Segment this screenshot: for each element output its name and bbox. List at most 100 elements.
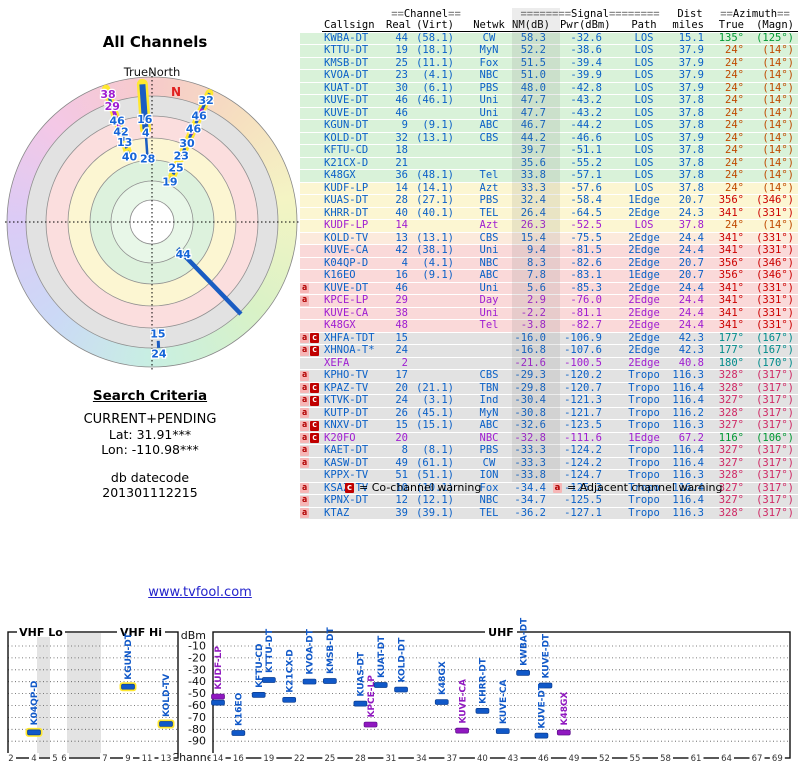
bar-callsign-label: KUVE-DT bbox=[538, 683, 548, 728]
cell-call: XEFA bbox=[324, 356, 350, 369]
cell-path: 2Edge bbox=[628, 294, 660, 307]
signal-bar bbox=[282, 696, 297, 703]
cell-magn: (14°) bbox=[762, 169, 794, 182]
table-row: KUAS-DT 28 (27.1) PBS 32.4 -58.4 1Edge 20.7 356°… bbox=[300, 195, 798, 208]
cell-miles: 116.3 bbox=[672, 419, 704, 432]
cell-real: 14 bbox=[395, 181, 408, 194]
cell-real: 4 bbox=[401, 256, 408, 269]
cell-net: Tel bbox=[479, 169, 499, 182]
channel-tick-label: 69 bbox=[772, 754, 783, 764]
cell-virt: (48.1) bbox=[416, 169, 454, 182]
cell-true: 24° bbox=[725, 119, 744, 132]
cell-magn: (317°) bbox=[756, 369, 794, 382]
cell-net: TBN bbox=[479, 381, 499, 394]
table-row: KMSB-DT 25 (11.1) Fox 51.5 -39.4 LOS 37.9 24° (14… bbox=[300, 56, 798, 70]
signal-bar bbox=[159, 721, 173, 727]
warning-badges: a bbox=[300, 457, 322, 469]
bar-callsign-label: KUDF-LP bbox=[214, 646, 224, 690]
bar-callsign-label: KPCE-LP bbox=[367, 675, 377, 718]
cell-magn: (346°) bbox=[756, 194, 794, 207]
adjacent-warning-icon: a bbox=[300, 407, 309, 419]
cell-true: 24° bbox=[725, 169, 744, 182]
legend-cochannel: c = Co-channel warning bbox=[345, 481, 481, 494]
warning-badges: a bbox=[300, 407, 322, 419]
cell-net: PBS bbox=[479, 194, 499, 207]
cell-call: K16EO bbox=[324, 269, 356, 282]
table-row: KUVE-DT 46 (46.1) Uni 47.7 -43.2 LOS 37.8 24° (14… bbox=[300, 95, 798, 108]
cell-virt: (11.1) bbox=[416, 56, 454, 69]
cell-path: 1Edge bbox=[628, 194, 660, 207]
cell-real: 24 bbox=[395, 394, 408, 407]
cell-net: PBS bbox=[479, 444, 499, 457]
bar-callsign-label: KUVE-CA bbox=[458, 679, 468, 724]
signal-strength-chart: -10-20-30-40-50-60-70-80-90VHF Lo VHF Hi U… bbox=[6, 617, 791, 764]
channel-tick-label: 46 bbox=[538, 754, 549, 764]
cell-real: 42 bbox=[395, 244, 408, 257]
table-row: KUDF-LP 14 (14.1) Azt 33.3 -57.6 LOS 37.8 24° (14… bbox=[300, 181, 798, 195]
cell-real: 39 bbox=[395, 506, 408, 519]
cell-path: LOS bbox=[634, 106, 654, 119]
cell-call: KGUN-DT bbox=[324, 119, 369, 132]
channel-tick-label: 49 bbox=[569, 754, 580, 764]
cell-miles: 37.8 bbox=[678, 119, 704, 132]
cell-virt: (61.1) bbox=[416, 456, 454, 469]
cell-true: 24° bbox=[725, 156, 744, 169]
cell-magn: (331°) bbox=[756, 231, 794, 244]
cell-nm: 15.4 bbox=[520, 231, 546, 244]
cell-net: Uni bbox=[479, 94, 499, 107]
cell-magn: (106°) bbox=[756, 431, 794, 444]
cell-call: KUVE-CA bbox=[324, 306, 369, 319]
cell-pwr: -57.1 bbox=[570, 169, 602, 182]
cell-nm: 48.0 bbox=[520, 81, 546, 94]
db-datecode-value: 201301112215 bbox=[102, 485, 198, 500]
cell-true: 180° bbox=[718, 356, 744, 369]
signal-bar bbox=[353, 700, 368, 707]
cell-nm: -34.7 bbox=[514, 494, 546, 507]
adjacent-warning-icon: a bbox=[300, 457, 309, 469]
cell-miles: 20.7 bbox=[678, 256, 704, 269]
cell-net: NBC bbox=[479, 69, 499, 82]
cell-magn: (14°) bbox=[762, 44, 794, 57]
cell-real: 15 bbox=[395, 331, 408, 344]
cell-real: 2 bbox=[401, 356, 408, 369]
signal-bar bbox=[534, 732, 549, 739]
channel-tick-label: 2 bbox=[8, 754, 13, 764]
cell-virt: (39.1) bbox=[416, 506, 454, 519]
cell-true: 341° bbox=[718, 206, 744, 219]
longitude: Lon: -110.98*** bbox=[101, 442, 199, 457]
cell-magn: (317°) bbox=[756, 481, 794, 494]
signal-bar bbox=[231, 730, 246, 736]
cell-call: KUVE-DT bbox=[324, 94, 369, 107]
table-row: a c K20FO 20 NBC -32.8 -111.6 1Edge 67.2 116° (106… bbox=[300, 431, 798, 445]
cell-pwr: -82.6 bbox=[570, 256, 602, 269]
cell-miles: 116.4 bbox=[672, 456, 704, 469]
search-mode: CURRENT+PENDING bbox=[83, 412, 217, 427]
cell-true: 356° bbox=[718, 269, 744, 282]
spoke-label: 4 bbox=[142, 127, 150, 140]
cell-real: 20 bbox=[395, 381, 408, 394]
cell-pwr: -111.6 bbox=[564, 431, 602, 444]
radar-chart: 32464630232519382946421340 28164441524N bbox=[5, 72, 302, 372]
tvfool-link[interactable]: www.tvfool.com bbox=[148, 585, 252, 600]
cell-call: K48GX bbox=[324, 169, 356, 182]
cell-magn: (317°) bbox=[756, 469, 794, 482]
cell-true: 341° bbox=[718, 319, 744, 332]
cell-pwr: -51.1 bbox=[570, 144, 602, 157]
cell-nm: 52.2 bbox=[520, 44, 546, 57]
cell-miles: 116.2 bbox=[672, 406, 704, 419]
cell-magn: (167°) bbox=[756, 344, 794, 357]
signal-bar bbox=[251, 692, 266, 698]
cochannel-warning-icon: c bbox=[345, 482, 354, 493]
cell-virt: (40.1) bbox=[416, 206, 454, 219]
warning-badges: a bbox=[300, 370, 322, 381]
table-row: a c XHNOA-T* 24 -16.8 -107.6 2Edge 42.3 177° (167… bbox=[300, 345, 798, 358]
cell-path: Tropo bbox=[628, 444, 660, 457]
cell-real: 51 bbox=[395, 469, 408, 482]
cell-net: Uni bbox=[479, 106, 499, 119]
cell-pwr: -81.1 bbox=[570, 306, 602, 319]
channel-tick-label: 37 bbox=[446, 754, 457, 764]
cell-call: K04QP-D bbox=[324, 256, 369, 269]
cell-true: 356° bbox=[718, 256, 744, 269]
dbm-axis-title: dBm bbox=[181, 629, 206, 642]
cell-nm: 2.9 bbox=[527, 294, 546, 307]
